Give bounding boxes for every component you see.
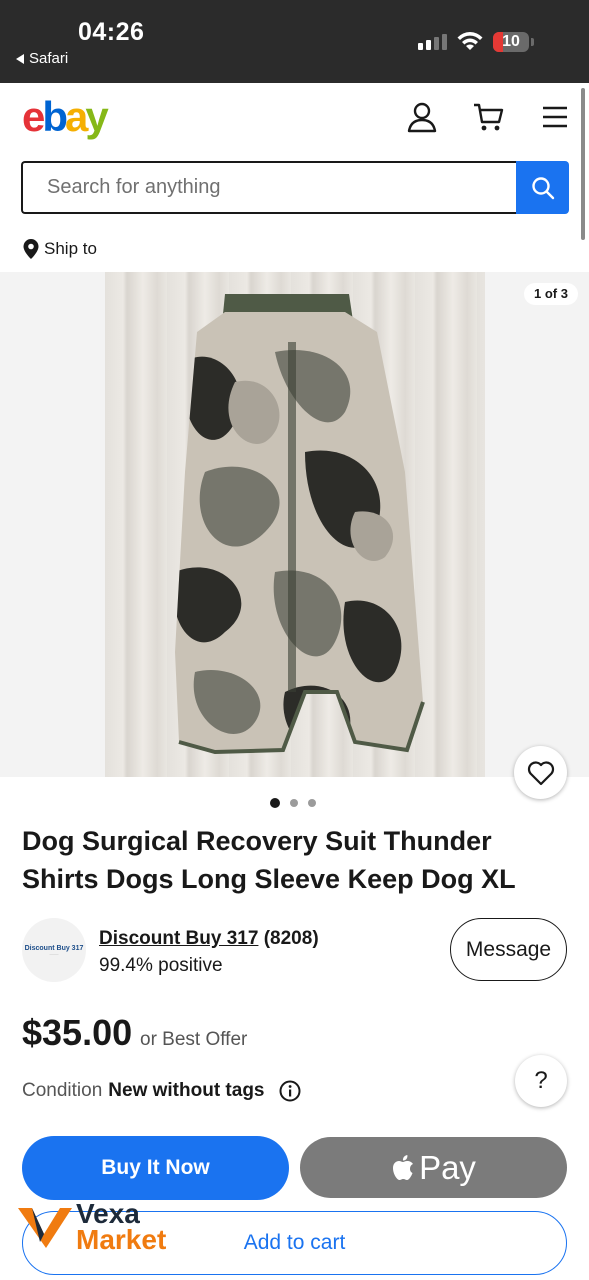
search-icon	[531, 176, 554, 199]
seller-name-link[interactable]: Discount Buy 317	[99, 928, 258, 949]
condition-label: Condition	[22, 1080, 103, 1101]
apple-pay-button[interactable]: Pay	[300, 1137, 567, 1198]
seller-info: Discount Buy 317 (8208)	[99, 928, 319, 950]
gallery-dot[interactable]	[290, 799, 298, 807]
condition-value: New without tags	[108, 1080, 265, 1101]
product-photo[interactable]	[105, 272, 485, 777]
apple-logo-icon	[393, 1154, 414, 1180]
product-image-gallery[interactable]	[0, 272, 589, 777]
message-seller-button[interactable]: Message	[450, 918, 567, 981]
seller-feedback-count: (8208)	[263, 928, 319, 949]
seller-positive-rating: 99.4% positive	[99, 955, 223, 976]
watermark-line-2: Market	[76, 1224, 167, 1255]
seller-avatar[interactable]: Discount Buy 317 ―――	[22, 918, 86, 982]
status-time: 04:26	[78, 18, 145, 46]
status-bar: 04:26 Safari 10	[0, 0, 589, 83]
watchlist-button[interactable]	[514, 746, 567, 799]
info-icon[interactable]	[279, 1080, 301, 1102]
ebay-logo[interactable]: ebay	[22, 96, 109, 138]
ship-to-link[interactable]: Ship to	[22, 238, 97, 260]
condition-row: Condition New without tags	[22, 1080, 301, 1102]
back-triangle-icon	[16, 53, 24, 64]
search-button[interactable]	[516, 161, 569, 214]
cellular-signal-icon	[418, 34, 447, 50]
vexa-market-watermark: Vexa Market	[16, 1198, 186, 1258]
gallery-dot[interactable]	[270, 798, 280, 808]
page-scrollbar[interactable]	[581, 88, 585, 240]
cart-icon[interactable]	[472, 100, 506, 134]
account-icon[interactable]	[405, 100, 439, 134]
ship-to-label: Ship to	[44, 239, 97, 258]
vexa-v-logo-icon	[18, 1208, 72, 1248]
search-input[interactable]	[47, 163, 507, 212]
back-to-app-link[interactable]: Safari	[16, 50, 68, 67]
search-box	[21, 161, 517, 214]
battery-icon: 10	[493, 32, 529, 52]
gallery-pagination	[270, 798, 316, 808]
gallery-dot[interactable]	[308, 799, 316, 807]
image-counter: 1 of 3	[524, 283, 578, 305]
buy-it-now-button[interactable]: Buy It Now	[22, 1136, 289, 1200]
seller-avatar-text: Discount Buy 317	[24, 944, 84, 952]
best-offer-text: or Best Offer	[140, 1029, 248, 1050]
help-button[interactable]: ?	[515, 1055, 567, 1107]
apple-pay-label: Pay	[419, 1148, 476, 1186]
back-app-label: Safari	[29, 50, 69, 67]
heart-icon	[527, 760, 554, 785]
battery-level: 10	[502, 33, 520, 50]
wifi-icon	[457, 32, 483, 50]
menu-icon[interactable]	[540, 100, 574, 134]
product-title: Dog Surgical Recovery Suit Thunder Shirt…	[22, 826, 516, 894]
product-price: $35.00	[22, 1012, 133, 1053]
location-pin-icon	[23, 239, 39, 259]
camo-suit-image	[175, 294, 425, 755]
